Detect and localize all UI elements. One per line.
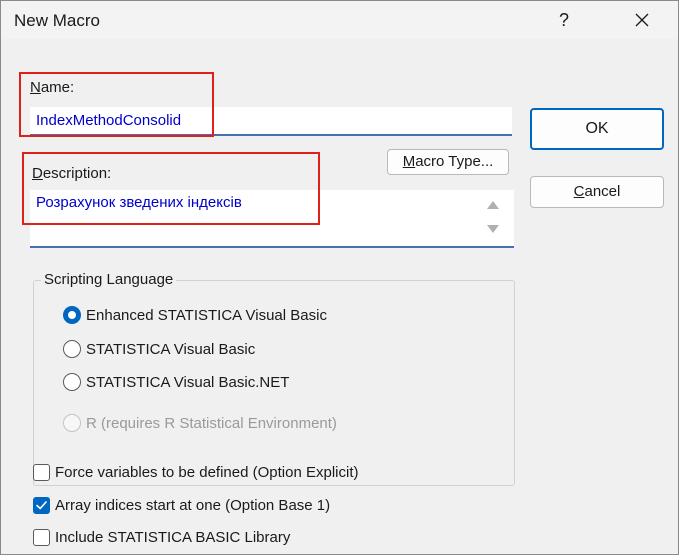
radio-disabled-icon [63,414,81,432]
new-macro-dialog: New Macro ? Name: IndexMethodConsolid Ma… [0,0,679,555]
scripting-language-title: Scripting Language [41,271,177,288]
radio-unchecked-icon [63,373,81,391]
checkbox-include-library[interactable]: Include STATISTICA BASIC Library [33,527,290,547]
macro-type-button[interactable]: Macro Type... [387,149,509,175]
name-input[interactable]: IndexMethodConsolid [30,107,512,136]
radio-enhanced-svb[interactable]: Enhanced STATISTICA Visual Basic [63,305,327,325]
ok-button[interactable]: OK [530,108,664,150]
dialog-title: New Macro [14,11,100,30]
checkbox-option-explicit[interactable]: Force variables to be defined (Option Ex… [33,462,358,482]
dialog-body: Name: IndexMethodConsolid Macro Type... … [1,39,678,554]
name-label: Name: [30,79,75,96]
radio-checked-icon [63,306,81,324]
radio-r-disabled: R (requires R Statistical Environment) [63,413,337,433]
close-icon [635,13,649,27]
description-textarea[interactable]: Розрахунок зведених індексів [30,190,514,248]
checkbox-unchecked-icon [33,528,50,546]
close-button[interactable] [623,5,661,35]
radio-label: R (requires R Statistical Environment) [86,414,337,432]
description-label: Description: [32,165,112,182]
cancel-button[interactable]: Cancel [530,176,664,208]
checkbox-label: Force variables to be defined (Option Ex… [55,463,359,481]
radio-unchecked-icon [63,340,81,358]
checkbox-option-base[interactable]: Array indices start at one (Option Base … [33,495,330,515]
radio-label: STATISTICA Visual Basic.NET [86,373,290,391]
radio-svb[interactable]: STATISTICA Visual Basic [63,339,255,359]
scroll-up-icon[interactable] [486,199,500,211]
radio-label: Enhanced STATISTICA Visual Basic [86,306,327,324]
checkbox-label: Array indices start at one (Option Base … [55,496,331,514]
checkmark-icon [36,500,47,509]
radio-svb-net[interactable]: STATISTICA Visual Basic.NET [63,372,289,392]
title-bar: New Macro ? [1,1,678,39]
radio-label: STATISTICA Visual Basic [86,340,256,358]
checkbox-checked-icon [33,496,50,514]
checkbox-unchecked-icon [33,463,50,481]
scroll-down-icon[interactable] [486,223,500,235]
checkbox-label: Include STATISTICA BASIC Library [55,528,291,546]
help-button[interactable]: ? [549,5,579,35]
